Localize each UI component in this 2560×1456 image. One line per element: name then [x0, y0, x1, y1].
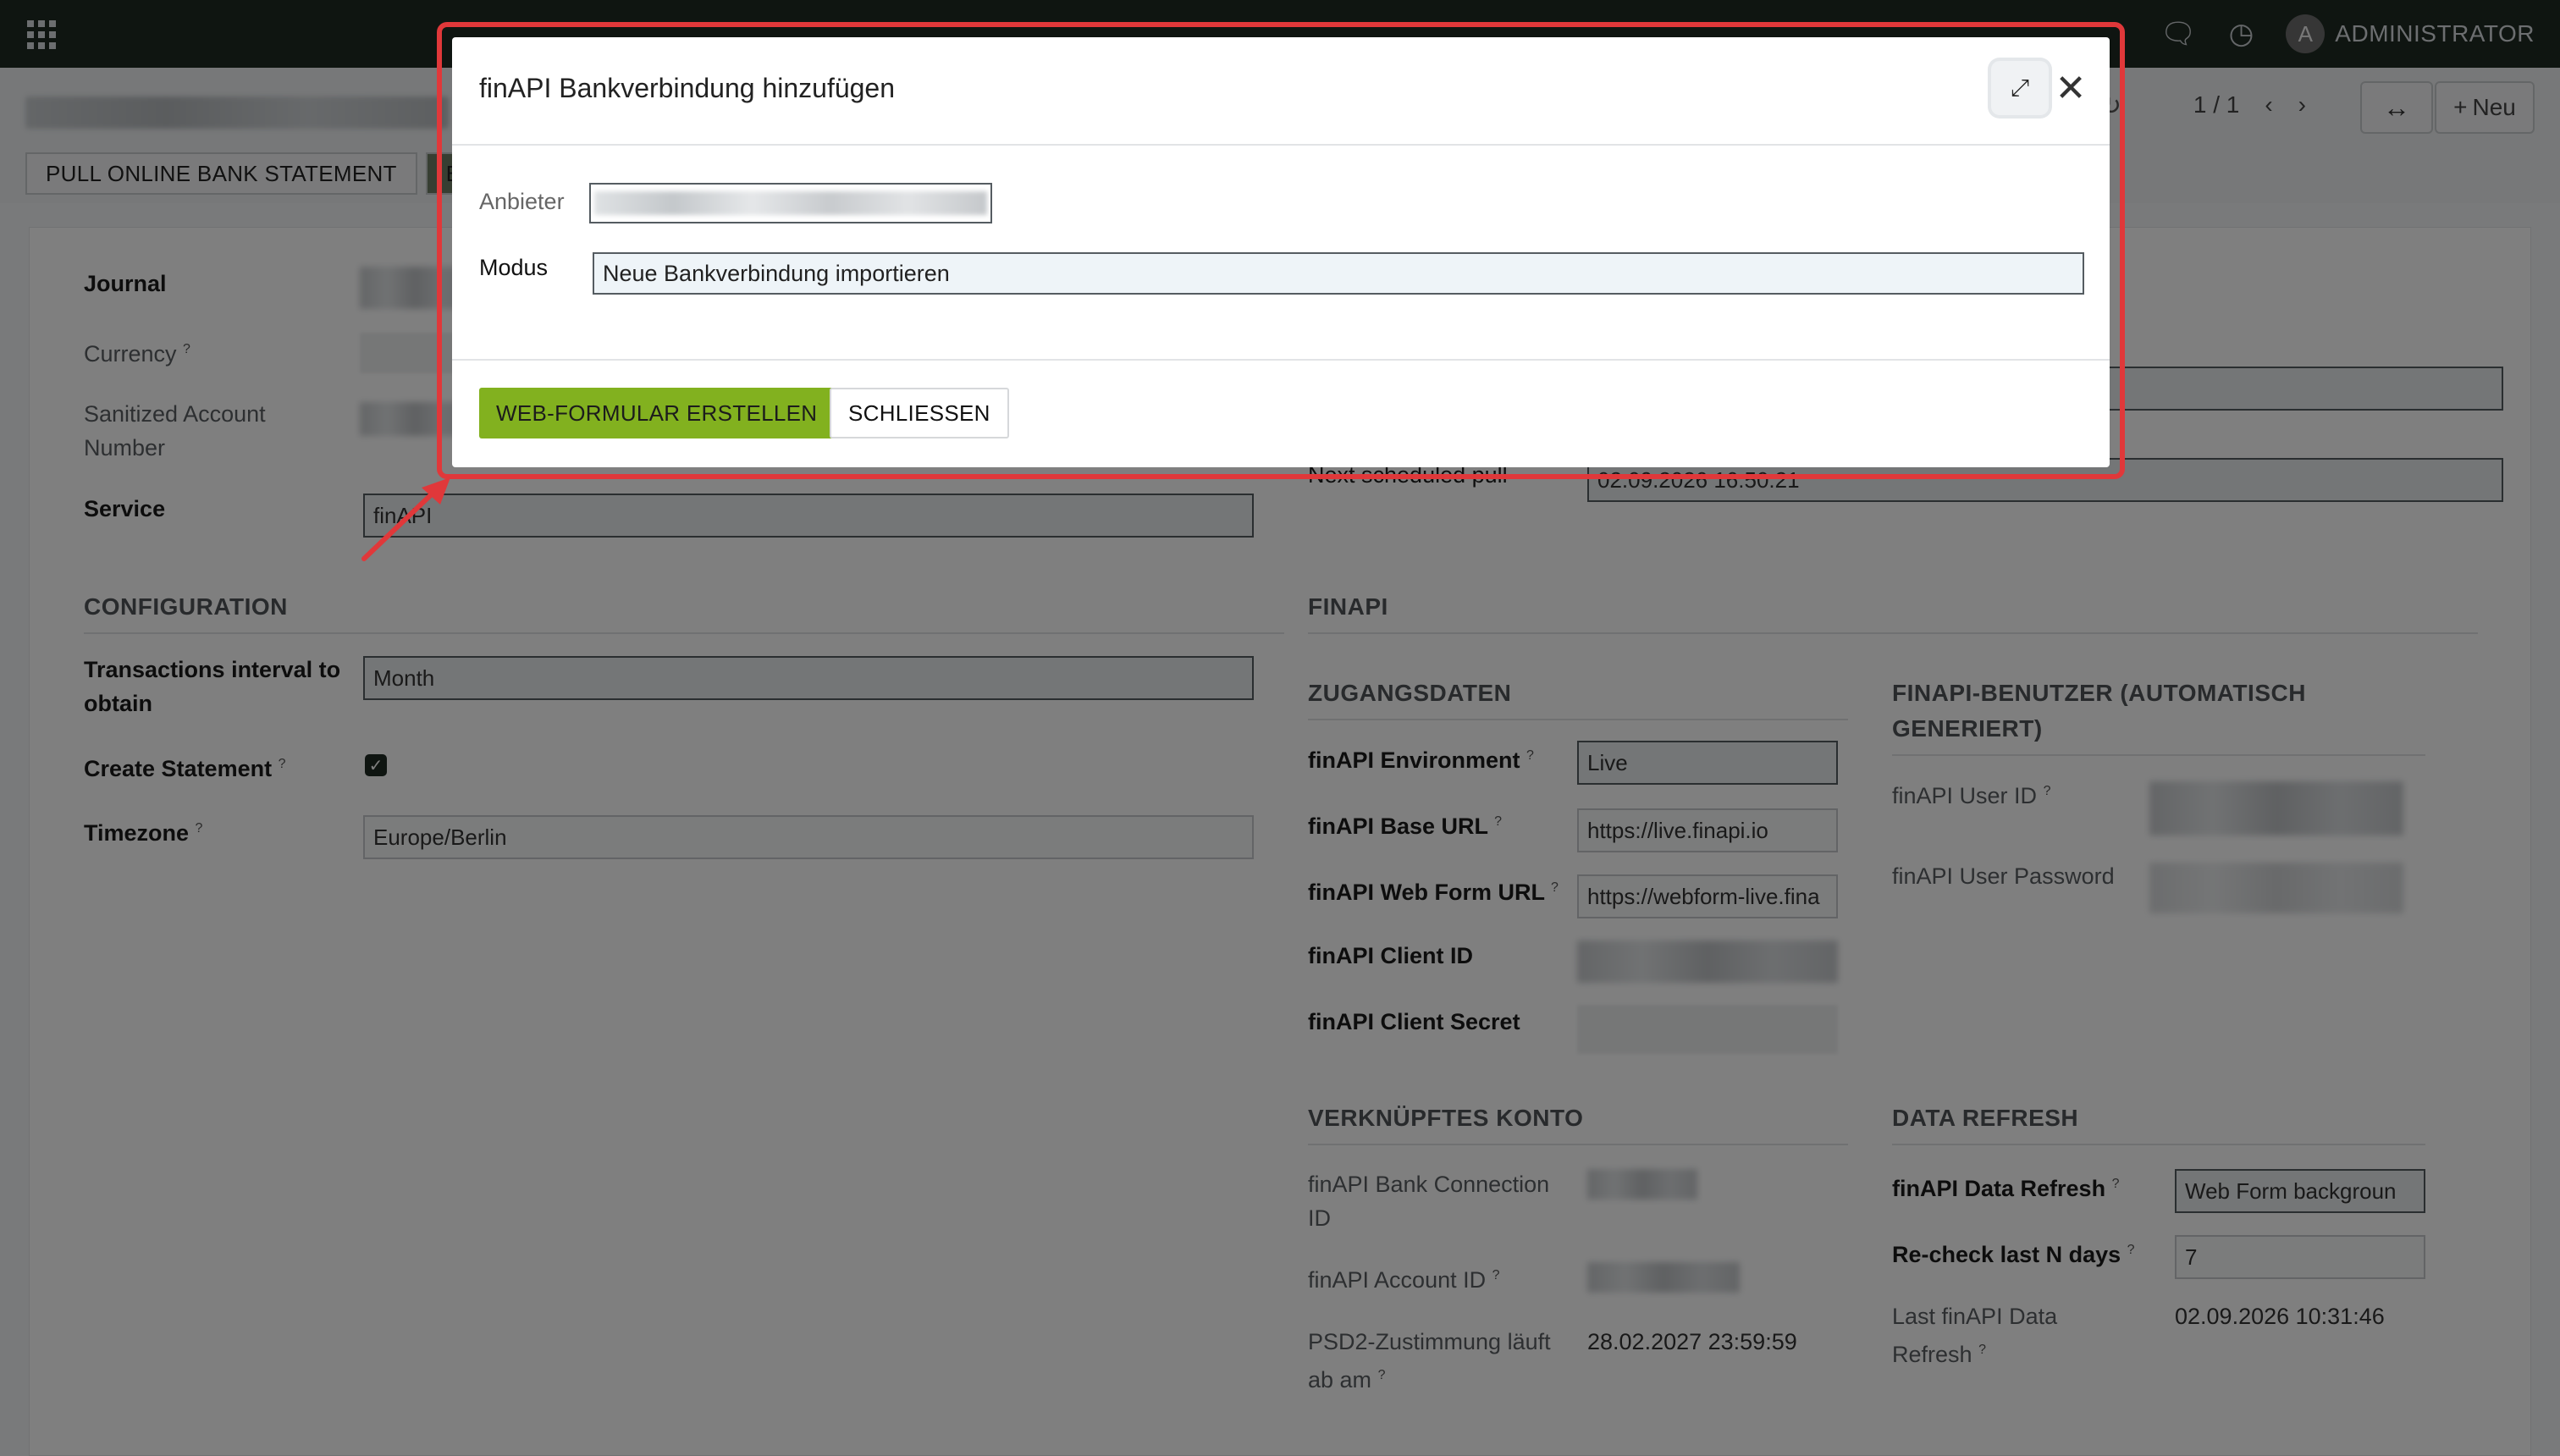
annotation-arrow — [361, 477, 450, 561]
highlight-box — [437, 22, 2125, 479]
